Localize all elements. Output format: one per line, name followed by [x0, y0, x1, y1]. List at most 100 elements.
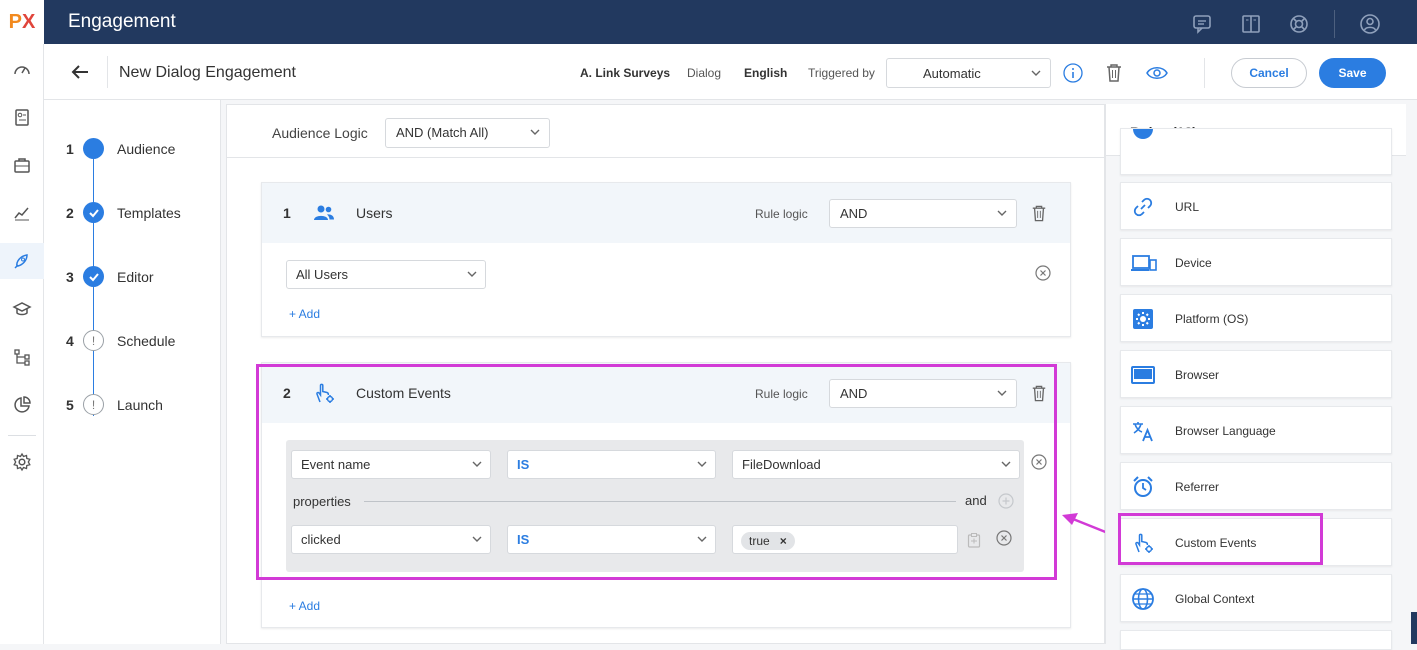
step-label: Schedule	[117, 333, 176, 349]
rule-card-custom-events: 2 Custom Events Rule logic AND Event nam…	[261, 362, 1071, 628]
add-property-plus-icon[interactable]	[998, 493, 1014, 509]
rule-logic-value: AND	[840, 206, 868, 221]
preview-eye-icon[interactable]	[1146, 65, 1168, 81]
top-bar: PX Engagement	[0, 0, 1417, 44]
step-label: Audience	[117, 141, 176, 157]
device-icon	[1131, 251, 1157, 275]
user-icon[interactable]	[1357, 12, 1383, 36]
rule-tile-global-context[interactable]: Global Context	[1120, 574, 1392, 622]
operator-value: IS	[517, 457, 530, 472]
chevron-down-icon	[1030, 67, 1042, 82]
nav-divider	[8, 435, 36, 436]
chip-remove-icon[interactable]: ×	[780, 534, 787, 548]
audience-logic-value: AND (Match All)	[396, 125, 489, 140]
property-name: clicked	[301, 532, 341, 547]
event-name-select[interactable]: Event name	[291, 450, 491, 479]
remove-property-icon[interactable]	[996, 530, 1012, 546]
rule-title: Users	[356, 205, 393, 221]
engagement-header: New Dialog Engagement A. Link Surveys Di…	[44, 44, 1417, 100]
step-label: Launch	[117, 397, 163, 413]
triggered-by-select[interactable]: Automatic	[886, 58, 1051, 88]
back-arrow-icon[interactable]	[68, 60, 92, 84]
rule-number: 1	[283, 205, 291, 221]
header-separator-2	[1204, 58, 1205, 88]
users-icon	[312, 201, 336, 225]
chevron-down-icon	[696, 458, 708, 473]
rule-tile-partial[interactable]	[1120, 128, 1392, 175]
field-value: Event name	[301, 457, 371, 472]
users-select[interactable]: All Users	[286, 260, 486, 289]
scrollbar[interactable]	[1411, 612, 1417, 644]
step-templates[interactable]: 2 Templates	[44, 198, 221, 228]
rule-logic-label: Rule logic	[755, 207, 808, 221]
delete-rule-trash-icon[interactable]	[1031, 384, 1047, 403]
step-number: 5	[66, 397, 74, 413]
property-operator-select[interactable]: IS	[507, 525, 716, 554]
rule-logic-select[interactable]: AND	[829, 199, 1017, 228]
nav-briefcase-icon[interactable]	[0, 147, 44, 183]
browser-icon	[1131, 363, 1155, 387]
delete-trash-icon[interactable]	[1105, 63, 1123, 83]
rule-tile-label: Platform (OS)	[1175, 312, 1249, 326]
step-number: 3	[66, 269, 74, 285]
nav-settings-icon[interactable]	[0, 444, 44, 480]
step-launch[interactable]: 5 ! Launch	[44, 390, 221, 420]
nav-dashboard-icon[interactable]	[0, 52, 44, 88]
nav-analytics-icon[interactable]	[0, 195, 44, 231]
nav-piechart-icon[interactable]	[0, 387, 44, 423]
checkmark-icon	[83, 266, 104, 287]
event-value-select[interactable]: FileDownload	[732, 450, 1020, 479]
steps-sidebar: 1 Audience 2 Templates 3 Editor 4 ! Sche…	[44, 100, 221, 644]
rule-card-header: 1 Users Rule logic AND	[262, 183, 1070, 243]
property-name-select[interactable]: clicked	[291, 525, 491, 554]
chevron-down-icon	[466, 268, 478, 283]
paste-clipboard-icon[interactable]	[966, 532, 982, 548]
rule-tile-referrer[interactable]: Referrer	[1120, 462, 1392, 510]
rule-highlight-box	[1118, 513, 1323, 565]
language: English	[744, 66, 788, 80]
chevron-down-icon	[996, 387, 1008, 402]
divider	[227, 157, 1104, 158]
audience-panel: Audience Logic AND (Match All) 1 Users R…	[226, 104, 1105, 644]
rule-tile-platform[interactable]: Platform (OS)	[1120, 294, 1392, 342]
operator-select[interactable]: IS	[507, 450, 716, 479]
gear-box-icon	[1131, 307, 1155, 331]
support-icon[interactable]	[1286, 12, 1312, 36]
rule-number: 2	[283, 385, 291, 401]
chat-icon[interactable]	[1190, 12, 1216, 36]
rule-tile-browser-language[interactable]: Browser Language	[1120, 406, 1392, 454]
delete-rule-trash-icon[interactable]	[1031, 204, 1047, 223]
cancel-button[interactable]: Cancel	[1231, 58, 1307, 88]
step-schedule[interactable]: 4 ! Schedule	[44, 326, 221, 356]
operator-value: IS	[517, 532, 530, 547]
property-value-input[interactable]: true ×	[732, 525, 958, 554]
rule-tile-url[interactable]: URL	[1120, 182, 1392, 230]
engagement-type: Dialog	[687, 66, 722, 80]
info-icon[interactable]	[1063, 63, 1083, 83]
step-audience[interactable]: 1 Audience	[44, 134, 221, 164]
nav-reports-icon[interactable]	[0, 99, 44, 135]
pointer-gear-icon	[312, 381, 336, 405]
add-condition-link[interactable]: + Add	[289, 599, 320, 613]
rule-tile-browser[interactable]: Browser	[1120, 350, 1392, 398]
value-chip: true ×	[741, 532, 795, 550]
triggered-by-value: Automatic	[923, 66, 981, 81]
rule-tile-label: Browser Language	[1175, 424, 1276, 438]
audience-logic-select[interactable]: AND (Match All)	[385, 118, 550, 148]
exclamation-icon: !	[83, 330, 104, 351]
add-condition-link[interactable]: + Add	[289, 307, 320, 321]
remove-condition-icon[interactable]	[1031, 454, 1047, 470]
rule-tile-label: Global Context	[1175, 592, 1255, 606]
book-icon[interactable]	[1238, 12, 1264, 36]
nav-guides-icon[interactable]	[0, 291, 44, 327]
save-button[interactable]: Save	[1319, 58, 1386, 88]
px-logo[interactable]: PX	[0, 0, 44, 44]
nav-journeys-icon[interactable]	[0, 339, 44, 375]
rule-logic-select[interactable]: AND	[829, 379, 1017, 408]
rule-tile-partial-bottom[interactable]	[1120, 630, 1392, 650]
nav-engagement-icon[interactable]	[0, 243, 44, 279]
rule-tile-device[interactable]: Device	[1120, 238, 1392, 286]
rule-title: Custom Events	[356, 385, 451, 401]
step-editor[interactable]: 3 Editor	[44, 262, 221, 292]
remove-condition-icon[interactable]	[1035, 265, 1051, 281]
